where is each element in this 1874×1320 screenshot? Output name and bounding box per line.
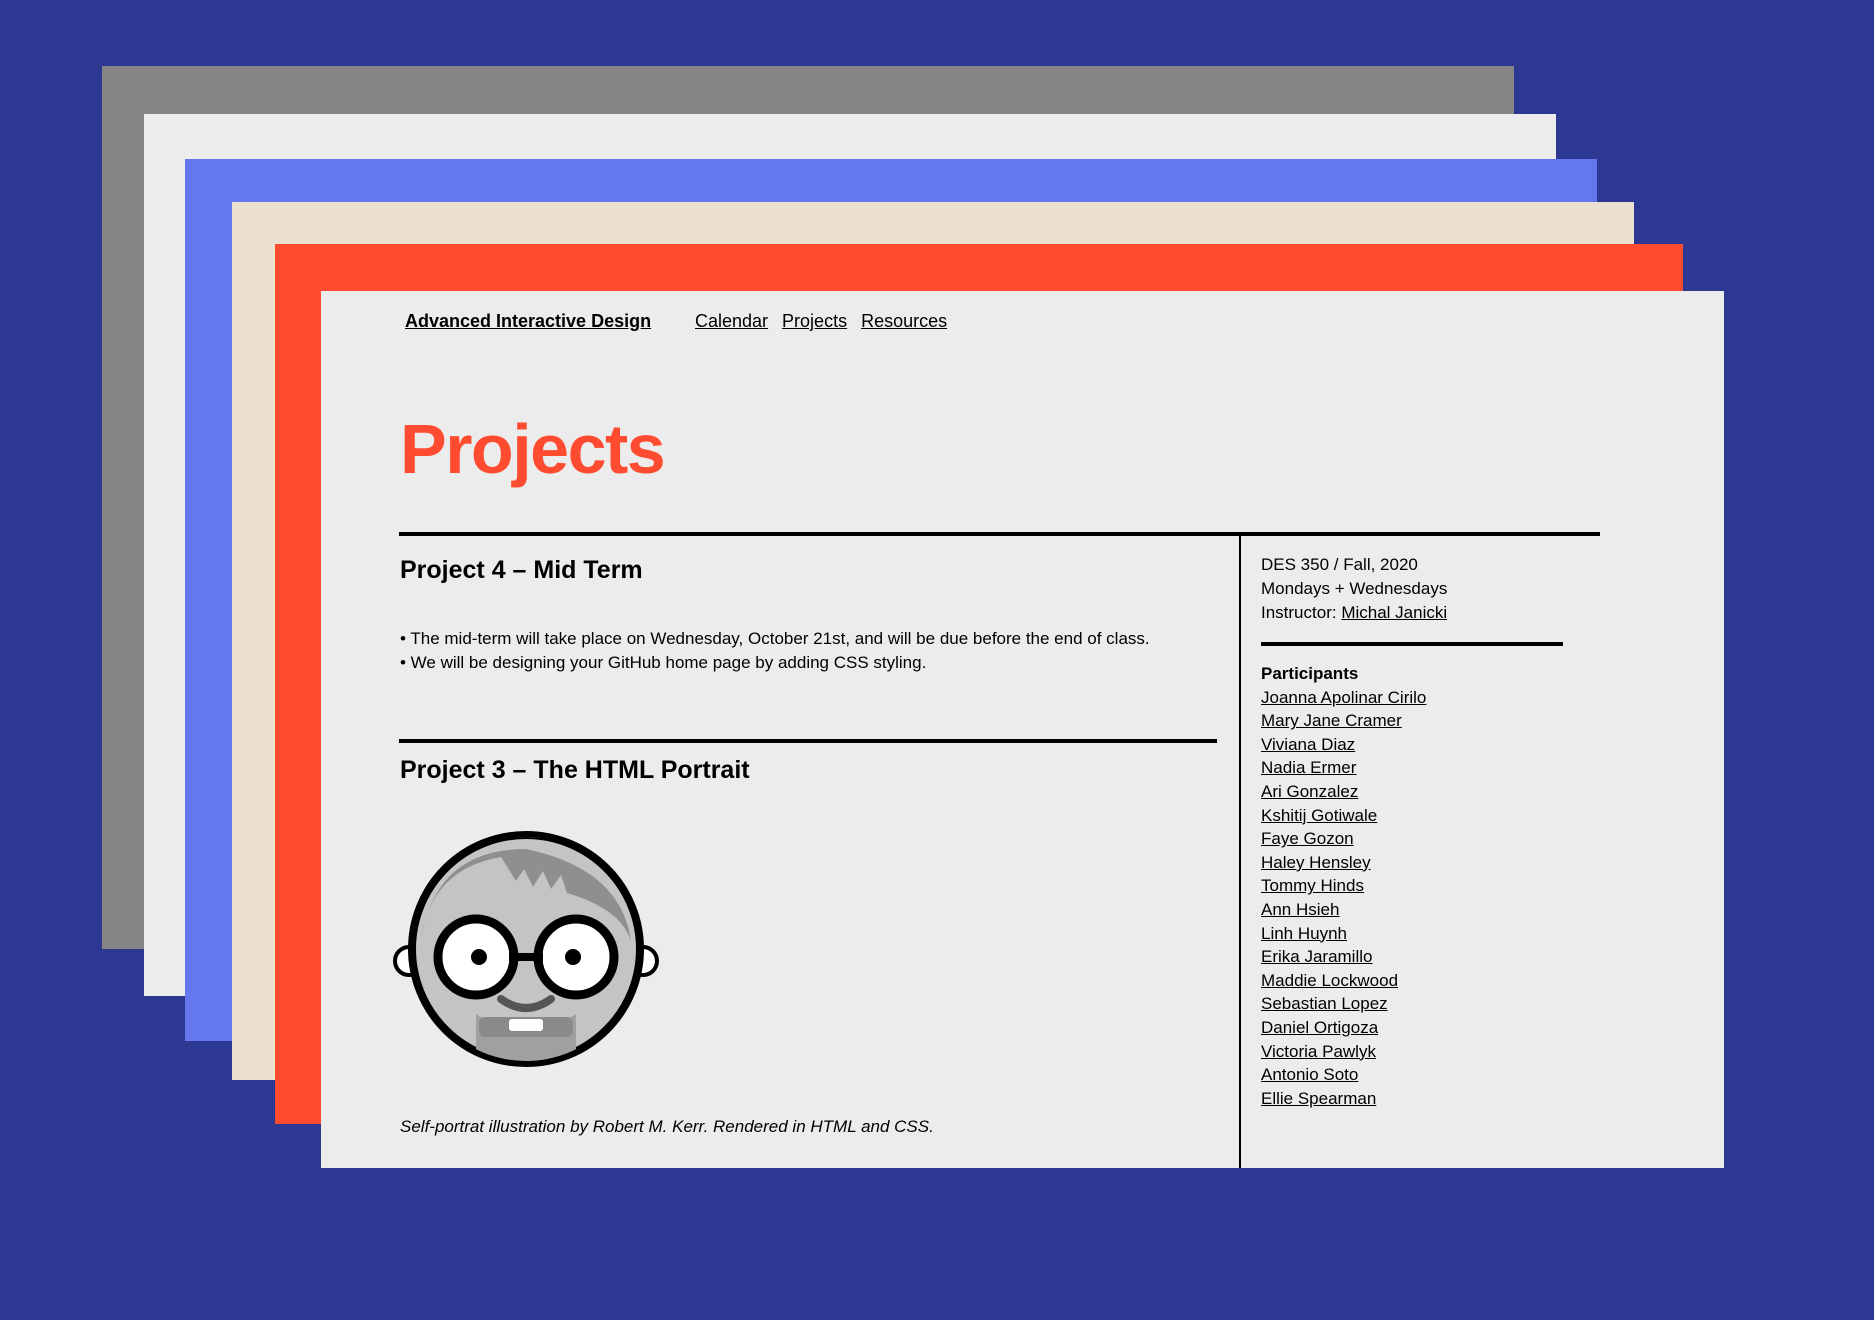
project-divider xyxy=(399,739,1217,743)
participants-section: Participants Joanna Apolinar Cirilo Mary… xyxy=(1261,662,1426,1110)
column-divider xyxy=(1239,536,1241,1168)
main-nav: Calendar Projects Resources xyxy=(695,311,947,332)
participant-link[interactable]: Sebastian Lopez xyxy=(1261,992,1426,1016)
participant-link[interactable]: Daniel Ortigoza xyxy=(1261,1016,1426,1040)
project-4-bullet: • We will be designing your GitHub home … xyxy=(400,653,927,672)
course-info: DES 350 / Fall, 2020 Mondays + Wednesday… xyxy=(1261,553,1447,625)
project-3-heading: Project 3 – The HTML Portrait xyxy=(400,756,750,784)
participant-link[interactable]: Ann Hsieh xyxy=(1261,898,1426,922)
sidebar-divider xyxy=(1261,642,1563,646)
page-title: Projects xyxy=(400,410,666,488)
participant-link[interactable]: Kshitij Gotiwale xyxy=(1261,804,1426,828)
participant-link[interactable]: Viviana Diaz xyxy=(1261,733,1426,757)
participants-list: Joanna Apolinar Cirilo Mary Jane Cramer … xyxy=(1261,686,1426,1111)
header-divider xyxy=(399,532,1600,536)
nav-link-resources[interactable]: Resources xyxy=(861,311,947,332)
participant-link[interactable]: Maddie Lockwood xyxy=(1261,969,1426,993)
instructor-label: Instructor: xyxy=(1261,603,1342,622)
instructor-line: Instructor: Michal Janicki xyxy=(1261,601,1447,625)
participant-link[interactable]: Haley Hensley xyxy=(1261,851,1426,875)
participant-link[interactable]: Erika Jaramillo xyxy=(1261,945,1426,969)
participant-link[interactable]: Victoria Pawlyk xyxy=(1261,1040,1426,1064)
participant-link[interactable]: Joanna Apolinar Cirilo xyxy=(1261,686,1426,710)
participants-label: Participants xyxy=(1261,664,1359,683)
course-schedule: Mondays + Wednesdays xyxy=(1261,579,1448,598)
participant-link[interactable]: Ellie Spearman xyxy=(1261,1087,1426,1111)
portrait-caption: Self-portrat illustration by Robert M. K… xyxy=(400,1117,934,1136)
participant-link[interactable]: Mary Jane Cramer xyxy=(1261,709,1426,733)
participant-link[interactable]: Tommy Hinds xyxy=(1261,874,1426,898)
instructor-link[interactable]: Michal Janicki xyxy=(1341,603,1447,622)
nav-link-projects[interactable]: Projects xyxy=(782,311,847,332)
face-portrait-icon xyxy=(393,831,659,1067)
participant-link[interactable]: Ari Gonzalez xyxy=(1261,780,1426,804)
course-code: DES 350 / Fall, 2020 xyxy=(1261,555,1418,574)
project-4-bullet: • The mid-term will take place on Wednes… xyxy=(400,629,1150,648)
participant-link[interactable]: Faye Gozon xyxy=(1261,827,1426,851)
participant-link[interactable]: Linh Huynh xyxy=(1261,922,1426,946)
project-4-heading: Project 4 – Mid Term xyxy=(400,556,643,584)
course-page: Advanced Interactive Design Calendar Pro… xyxy=(321,291,1724,1168)
nav-link-calendar[interactable]: Calendar xyxy=(695,311,768,332)
participant-link[interactable]: Antonio Soto xyxy=(1261,1063,1426,1087)
site-title-link[interactable]: Advanced Interactive Design xyxy=(405,311,651,332)
participant-link[interactable]: Nadia Ermer xyxy=(1261,756,1426,780)
project-4-details: • The mid-term will take place on Wednes… xyxy=(400,627,1150,675)
